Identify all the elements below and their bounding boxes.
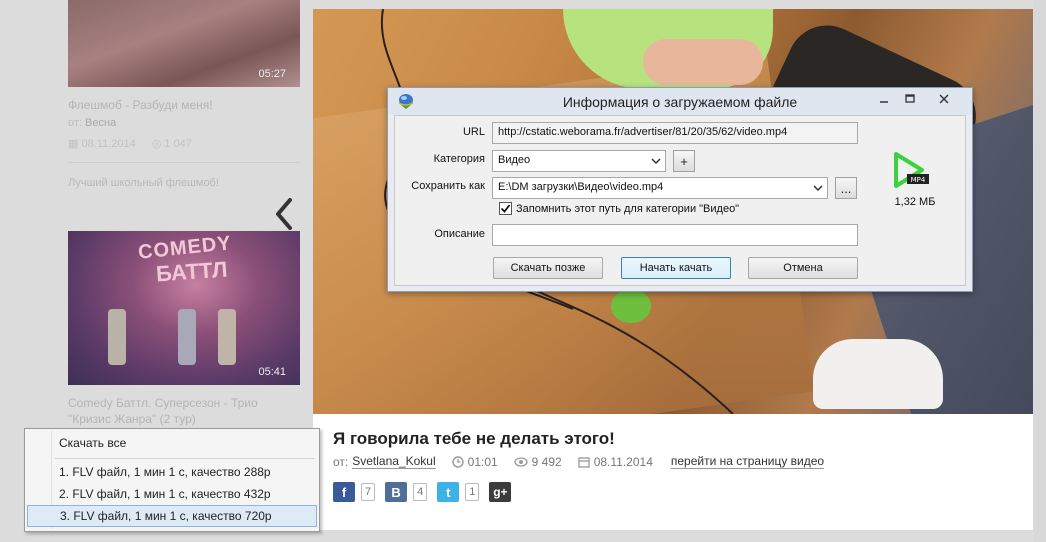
facebook-share-count: 7: [361, 483, 376, 501]
googleplus-share-button[interactable]: g+: [489, 482, 512, 502]
calendar-icon: [578, 456, 590, 468]
stage-figure: [218, 309, 236, 365]
video-card-description: Лучший школьный флешмоб!: [68, 177, 219, 189]
date-stat: 08.11.2014: [578, 455, 653, 469]
dialog-titlebar[interactable]: Информация о загружаемом файле: [388, 88, 972, 115]
save-path-combo[interactable]: E:\DM загрузки\Видео\video.mp4: [492, 177, 828, 199]
start-download-button[interactable]: Начать качать: [621, 257, 731, 279]
download-context-menu: Скачать все 1. FLV файл, 1 мин 1 с, каче…: [24, 428, 320, 532]
stage-figure: [178, 309, 196, 365]
video-thumbnail[interactable]: 05:27: [68, 0, 300, 87]
browse-button[interactable]: ...: [835, 177, 857, 199]
file-size: 1,32 МБ: [894, 196, 936, 208]
video-card-title[interactable]: Comedy Баттл. Суперсезон - Трио "Кризис …: [68, 395, 300, 427]
checkbox-box[interactable]: [499, 202, 512, 215]
remember-path-checkbox[interactable]: Запомнить этот путь для категории "Видео…: [499, 202, 739, 215]
previous-arrow-icon[interactable]: [272, 196, 296, 232]
download-later-button[interactable]: Скачать позже: [493, 257, 603, 279]
calendar-icon: ▦: [68, 138, 79, 150]
checkmark-icon: [500, 204, 511, 213]
url-label: URL: [462, 126, 485, 138]
menu-item-quality-720p[interactable]: 3. FLV файл, 1 мин 1 с, качество 720p: [27, 505, 317, 527]
save-as-label: Сохранить как: [411, 180, 485, 192]
video-duration: 05:41: [258, 366, 286, 378]
page-scroll-area: [1034, 0, 1046, 542]
menu-separator: [55, 458, 315, 459]
eye-icon: ◎: [151, 138, 162, 150]
video-meta: от: Svetlana_Kokul 01:01 9 492 08.11.201…: [333, 454, 825, 469]
url-field[interactable]: http://cstatic.weborama.fr/advertiser/81…: [492, 122, 858, 144]
maximize-icon: [905, 94, 915, 103]
video-card-title[interactable]: Флешмоб - Разбуди меня!: [68, 97, 300, 113]
video-thumbnail[interactable]: COMEDY БАТТЛ 05:41: [68, 231, 300, 385]
video-title: Я говорила тебе не делать этого!: [333, 429, 615, 448]
maximize-button[interactable]: [896, 90, 924, 108]
author-link[interactable]: Весна: [85, 117, 116, 129]
minimize-button[interactable]: [870, 90, 898, 108]
close-button[interactable]: [922, 90, 966, 108]
vkontakte-share-count: 4: [413, 483, 428, 501]
download-info-dialog: Информация о загружаемом файле URL http:…: [387, 87, 973, 292]
description-field[interactable]: [492, 224, 858, 246]
dialog-body: URL http://cstatic.weborama.fr/advertise…: [394, 115, 966, 286]
category-select[interactable]: Видео: [492, 150, 666, 172]
eye-icon: [514, 456, 528, 467]
stage-figure: [108, 309, 126, 365]
facebook-share-button[interactable]: f: [333, 482, 355, 502]
goto-video-page-link[interactable]: перейти на страницу видео: [670, 454, 825, 469]
video-card-flashmob[interactable]: 05:27 Флешмоб - Разбуди меня! от: Весна …: [68, 0, 300, 189]
menu-item-quality-432p[interactable]: 2. FLV файл, 1 мин 1 с, качество 432p: [27, 483, 317, 505]
duration-stat: 01:01: [451, 455, 498, 469]
add-category-button[interactable]: +: [673, 150, 695, 172]
category-label: Категория: [433, 153, 485, 165]
chevron-down-icon: [651, 158, 661, 165]
menu-item-quality-288p[interactable]: 1. FLV файл, 1 мин 1 с, качество 288p: [27, 461, 317, 483]
share-buttons: f 7 B 4 t 1 g+: [333, 482, 512, 502]
file-type-label: MP4: [911, 176, 926, 184]
video-duration: 05:27: [258, 68, 286, 80]
description-label: Описание: [434, 228, 485, 240]
video-card-author: от: Весна: [68, 117, 117, 129]
cancel-button[interactable]: Отмена: [748, 257, 858, 279]
chevron-down-icon: [813, 185, 823, 192]
vkontakte-share-button[interactable]: B: [385, 482, 408, 502]
divider: [68, 162, 300, 163]
twitter-share-button[interactable]: t: [437, 482, 460, 502]
remember-path-label: Запомнить этот путь для категории "Видео…: [516, 202, 740, 215]
clock-icon: [451, 455, 464, 468]
thumbnail-logo-text: БАТТЛ: [155, 256, 229, 287]
views-stat: 9 492: [514, 455, 562, 469]
views-stat: ◎ 1 047: [151, 138, 192, 150]
video-card-stats: ▦ 08.11.2014 ◎ 1 047: [68, 137, 300, 150]
author-link[interactable]: Svetlana_Kokul: [352, 454, 436, 469]
minimize-icon: [880, 101, 888, 103]
video-card-comedy[interactable]: COMEDY БАТТЛ 05:41 Comedy Баттл. Суперсе…: [68, 231, 300, 427]
close-icon: [939, 94, 949, 104]
twitter-share-count: 1: [465, 483, 480, 501]
play-file-icon: MP4: [894, 152, 929, 188]
date-stat: ▦ 08.11.2014: [68, 138, 136, 150]
menu-item-download-all[interactable]: Скачать все: [27, 432, 317, 454]
